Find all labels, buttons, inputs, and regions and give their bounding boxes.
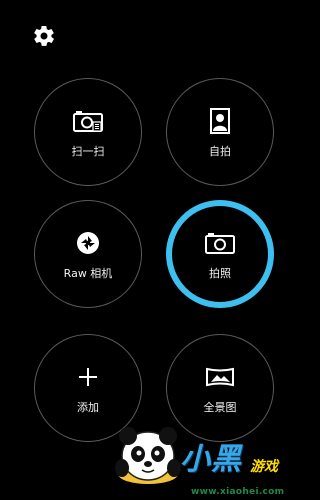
panda-mascot-icon: [115, 427, 181, 484]
camera-icon: [203, 229, 237, 257]
watermark-url: www.xiaohei.com: [191, 487, 285, 497]
mode-raw-button[interactable]: Raw 相机: [34, 200, 142, 308]
mode-raw-label: Raw 相机: [63, 266, 113, 280]
mode-photo-button[interactable]: 拍照: [166, 200, 274, 308]
mode-add-label: 添加: [77, 400, 99, 414]
gear-icon: [32, 24, 56, 52]
mode-scan-button[interactable]: 扫一扫: [34, 78, 142, 186]
mode-selfie-button[interactable]: 自拍: [166, 78, 274, 186]
mode-photo-label: 拍照: [209, 266, 231, 280]
settings-button[interactable]: [32, 24, 56, 52]
mode-selfie-label: 自拍: [209, 144, 231, 158]
selfie-portrait-icon: [203, 107, 237, 135]
panorama-icon: [203, 363, 237, 391]
camera-scan-icon: [71, 107, 105, 135]
plus-icon: [71, 363, 105, 391]
mode-scan-label: 扫一扫: [71, 144, 105, 158]
site-watermark: 小黑 游戏 www.xiaohei.com: [108, 408, 307, 500]
watermark-sub-text: 游戏: [250, 459, 278, 475]
watermark-main-text: 小黑: [180, 442, 242, 477]
aperture-icon: [71, 229, 105, 257]
